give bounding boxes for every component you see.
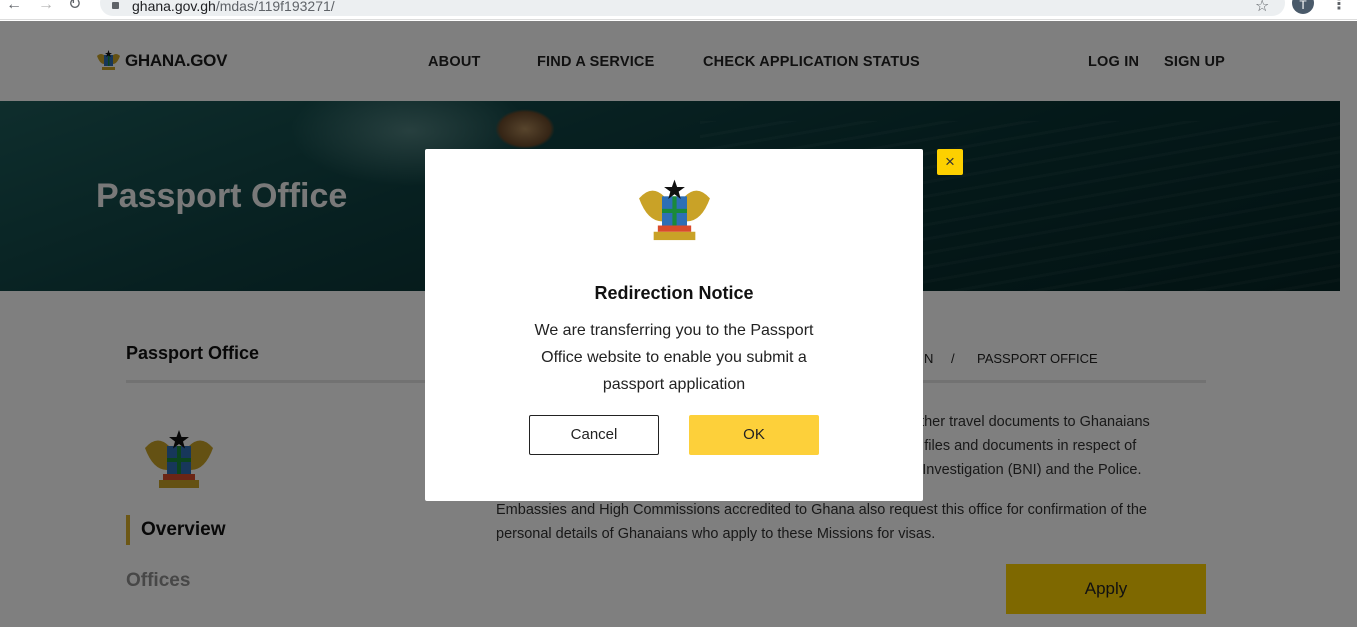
ok-button[interactable]: OK [689, 415, 819, 455]
url-host: ghana.gov.gh [132, 0, 216, 14]
star-icon[interactable]: ☆ [1255, 0, 1269, 16]
arrow-right-icon[interactable]: → [38, 0, 54, 14]
arrow-left-icon[interactable]: ← [6, 0, 22, 14]
dialog-message: We are transferring you to the Passport … [534, 322, 814, 393]
coat-of-arms-icon [639, 179, 710, 241]
kebab-menu-icon[interactable]: ⋮ [1331, 0, 1347, 14]
lock-icon [112, 2, 119, 9]
reload-icon[interactable]: ↻ [68, 0, 81, 14]
url-path: /mdas/119f193271/ [215, 0, 335, 14]
profile-avatar[interactable]: T [1292, 0, 1314, 14]
url-text: ghana.gov.gh/mdas/119f193271/ [132, 0, 335, 13]
cancel-button[interactable]: Cancel [529, 415, 659, 455]
browser-toolbar: ← → ↻ ghana.gov.gh/mdas/119f193271/ ☆ T … [0, 0, 1357, 20]
redirection-dialog: Redirection Notice We are transferring y… [425, 149, 923, 501]
close-icon[interactable]: × [937, 149, 963, 175]
address-bar[interactable]: ghana.gov.gh/mdas/119f193271/ [100, 0, 1285, 16]
dialog-title: Redirection Notice [594, 283, 754, 303]
